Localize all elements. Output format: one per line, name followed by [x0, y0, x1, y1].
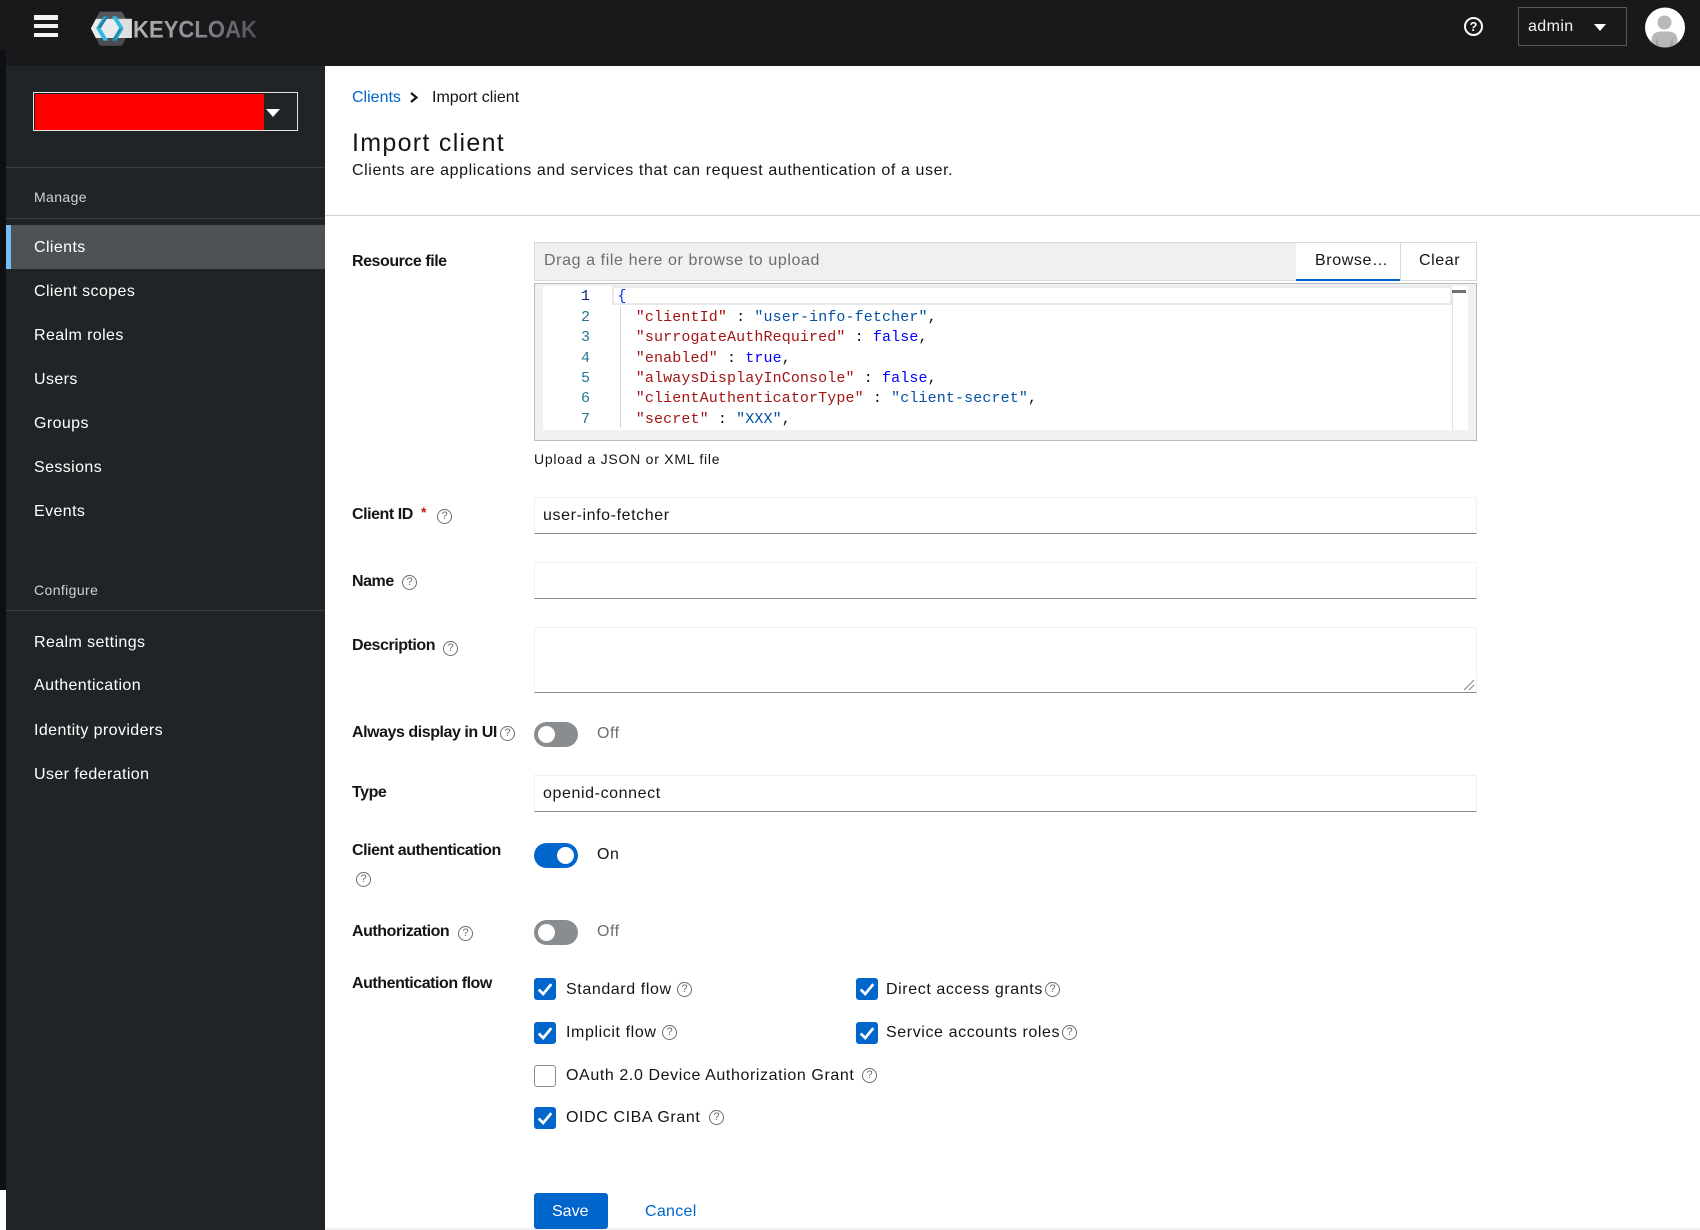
svg-text:KEYCLOAK: KEYCLOAK — [133, 17, 257, 44]
